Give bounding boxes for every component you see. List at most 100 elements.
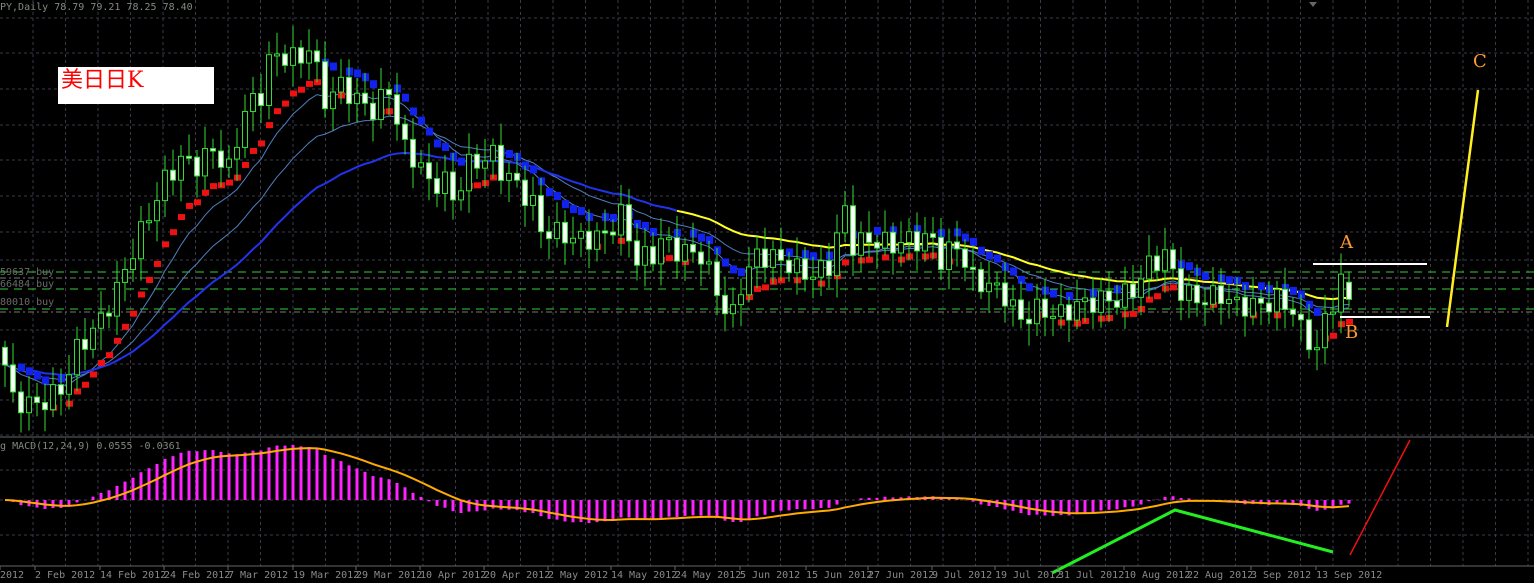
candle-body (1146, 255, 1152, 280)
candle-body (1298, 313, 1304, 321)
candle-body (1194, 284, 1200, 304)
trend-dot (154, 260, 161, 267)
wave-label-c[interactable]: C (1473, 51, 1487, 72)
candle-body (178, 155, 184, 181)
candle-body (1338, 273, 1344, 313)
candle-body (1290, 309, 1296, 315)
trend-dot (306, 80, 313, 87)
candle-body (1002, 282, 1008, 307)
candle-body (1122, 283, 1128, 308)
candle-body (882, 231, 888, 249)
x-tick-label: 24 Feb 2012 (164, 570, 231, 581)
trend-dot (1202, 272, 1209, 281)
trend-dot (978, 246, 985, 255)
trend-dot (578, 207, 585, 216)
candle-body (1210, 285, 1216, 305)
wave-c-line (1445, 89, 1480, 328)
candle-body (994, 282, 1000, 286)
trend-dot (1226, 276, 1233, 285)
trend-dot (1026, 283, 1033, 292)
candle-body (914, 231, 920, 252)
candle-body (1306, 319, 1312, 351)
candle-body (306, 50, 312, 64)
candle-body (1010, 299, 1016, 307)
candle-body (1242, 296, 1248, 317)
trend-dot (442, 142, 449, 151)
trend-dot (186, 202, 193, 209)
candle-body (186, 155, 192, 159)
wave-label-b[interactable]: B (1345, 322, 1358, 343)
candle-body (1058, 304, 1064, 317)
x-tick-label: 19 Mar 2012 (293, 570, 360, 581)
x-tick-label: 20 Apr 2012 (484, 570, 551, 581)
candle-body (498, 144, 504, 181)
candle-body (674, 237, 680, 262)
trend-dot (562, 200, 569, 209)
candle-body (218, 150, 224, 168)
x-tick-label: 19 Jul 2012 (995, 570, 1062, 581)
candle-body (202, 148, 208, 177)
x-tick-label: 7 Mar 2012 (228, 570, 289, 581)
candle-body (434, 178, 440, 195)
trend-dot (274, 108, 281, 115)
x-tick-label: 24 May 2012 (675, 570, 742, 581)
candle-body (482, 160, 488, 169)
candle-body (650, 246, 656, 265)
candle-body (1170, 249, 1176, 270)
chart-note-label[interactable]: 美日日K (58, 67, 214, 104)
candle-body (1154, 255, 1160, 272)
candle-body (322, 61, 328, 110)
candle-body (1178, 268, 1184, 301)
trend-dot (114, 337, 121, 344)
candle-body (130, 258, 136, 271)
candle-body (962, 248, 968, 268)
candle-body (954, 241, 960, 250)
trend-dot (1050, 289, 1057, 298)
candle-body (578, 230, 584, 239)
trend-dot (250, 147, 257, 154)
candle-body (898, 242, 904, 254)
trend-dot (762, 284, 769, 291)
trend-dot (1330, 332, 1337, 339)
trend-dot (570, 205, 577, 214)
x-tick-label: 13 Sep 2012 (1316, 570, 1383, 581)
candle-body (146, 220, 152, 224)
candle-body (290, 47, 296, 66)
x-tick-label: 2 Feb 2012 (35, 570, 96, 581)
x-tick-label: 5 Jun 2012 (740, 570, 801, 581)
candle-body (354, 92, 360, 105)
trend-dot (418, 116, 425, 125)
trend-dot (18, 363, 25, 372)
trend-dot (1186, 262, 1193, 271)
symbol-label: PY,Daily (0, 2, 49, 13)
candle-body (42, 402, 48, 411)
candle-body (1018, 299, 1024, 320)
wave-label-a[interactable]: A (1340, 232, 1353, 253)
candle-body (594, 230, 600, 250)
candle-body (858, 232, 864, 256)
candle-body (602, 230, 608, 234)
scroll-marker-icon (1309, 2, 1317, 7)
candle-body (314, 50, 320, 63)
trend-dot (1130, 310, 1137, 317)
candle-body (690, 243, 696, 253)
candle-body (1114, 300, 1120, 308)
candle-body (450, 171, 456, 201)
candle-body (1322, 313, 1328, 349)
candle-body (946, 241, 952, 270)
candle-body (258, 93, 264, 107)
candle-body (106, 312, 112, 317)
candle-body (1098, 290, 1104, 313)
candle-body (1314, 347, 1320, 351)
candle-body (418, 162, 424, 168)
level-label: 66484 buy (0, 279, 55, 290)
trend-dot (506, 149, 513, 158)
candle-body (1074, 301, 1080, 321)
candle-body (394, 94, 400, 125)
candle-body (82, 338, 88, 350)
chart-header: PY,Daily 78.79 79.21 78.25 78.40 (0, 2, 193, 13)
candle-body (730, 304, 736, 315)
candle-body (770, 249, 776, 268)
trend-dot (1170, 284, 1177, 291)
candle-body (530, 195, 536, 206)
